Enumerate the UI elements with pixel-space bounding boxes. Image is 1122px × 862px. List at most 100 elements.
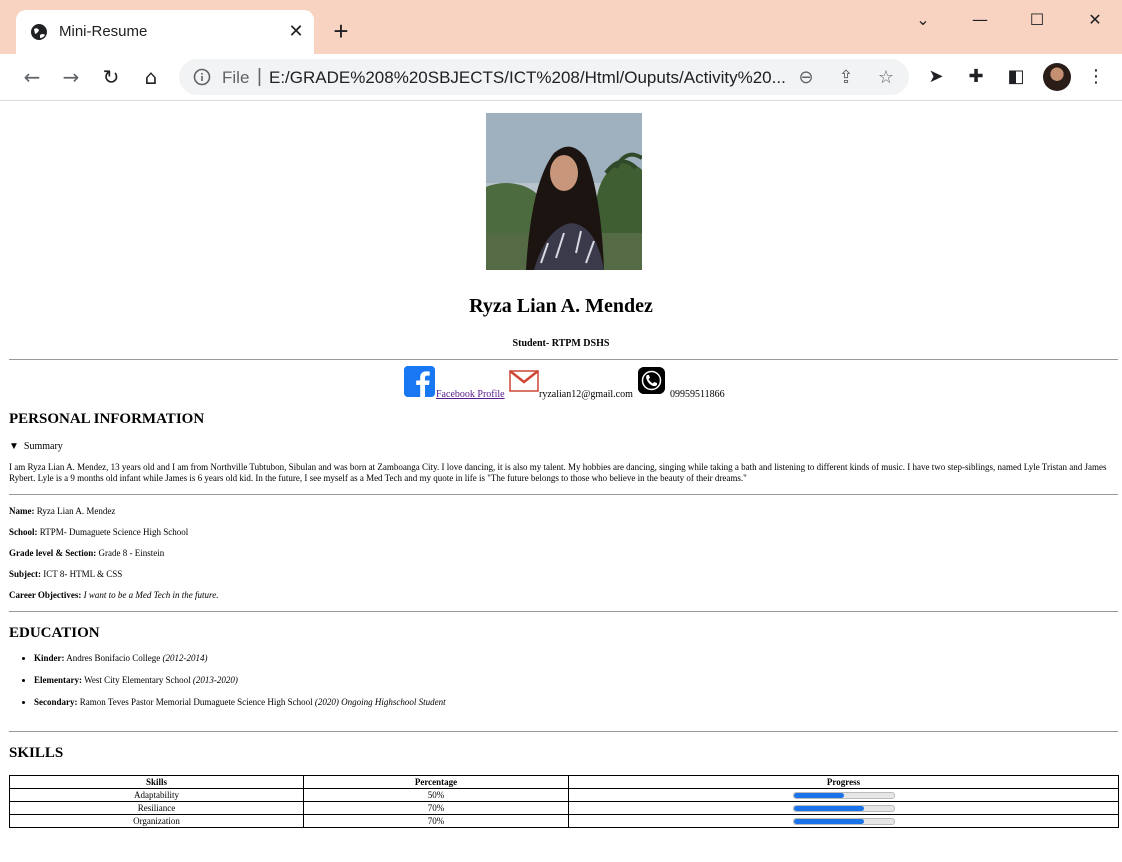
role-subtitle: Student- RTPM DSHS: [512, 338, 610, 349]
edu-label: Secondary:: [34, 697, 78, 707]
education-heading: EDUCATION: [9, 625, 100, 641]
education-item-kinder: Kinder: Andres Bonifacio College (2012-2…: [34, 653, 446, 675]
progress-fill: [793, 819, 864, 825]
full-name-heading: Ryza Lian A. Mendez: [469, 295, 653, 317]
skill-name: Organization: [9, 814, 304, 828]
share-icon[interactable]: ⇪: [836, 68, 856, 88]
education-item-elementary: Elementary: West City Elementary School …: [34, 675, 446, 697]
edu-school: West City Elementary School: [81, 675, 193, 685]
extensions-puzzle-icon[interactable]: ✚: [965, 66, 987, 88]
edu-years: (2020) Ongoing Highschool Student: [314, 697, 446, 707]
divider: [9, 494, 1118, 495]
menu-kebab-icon[interactable]: ⋮: [1085, 66, 1107, 88]
minimize-button[interactable]: —: [960, 6, 1000, 34]
table-row: Adaptability 50%: [9, 788, 1119, 802]
table-row: Resiliance 70%: [9, 801, 1119, 815]
summary-label: Summary: [23, 441, 63, 452]
progress-bar: [792, 792, 895, 800]
phone-icon: [638, 367, 665, 394]
field-label: Subject:: [9, 569, 41, 579]
url-text[interactable]: E:/GRADE%208%20SBJECTS/ICT%208/Html/Oupu…: [269, 68, 786, 88]
browser-titlebar: Mini-Resume ✕ + ⌄ — ☐ ✕: [0, 0, 1122, 54]
skill-percentage: 70%: [303, 814, 569, 828]
tab-search-icon[interactable]: ⌄: [903, 6, 943, 34]
gmail-icon: [509, 370, 539, 392]
summary-toggle[interactable]: ▼ Summary: [9, 441, 63, 452]
info-name-row: Name: Ryza Lian A. Mendez: [9, 506, 115, 516]
info-school-row: School: RTPM- Dumaguete Science High Sch…: [9, 527, 188, 537]
facebook-icon[interactable]: [404, 366, 435, 397]
browser-tab[interactable]: Mini-Resume ✕: [16, 10, 314, 54]
zoom-icon[interactable]: ⊖: [796, 68, 816, 88]
close-window-button[interactable]: ✕: [1075, 6, 1115, 34]
edu-label: Elementary:: [34, 675, 82, 685]
progress-fill: [793, 806, 864, 812]
summary-paragraph: I am Ryza Lian A. Mendez, 13 years old a…: [9, 462, 1107, 483]
info-grade-row: Grade level & Section: Grade 8 - Einstei…: [9, 548, 164, 558]
new-tab-button[interactable]: +: [330, 18, 352, 44]
education-list: Kinder: Andres Bonifacio College (2012-2…: [9, 653, 446, 719]
skill-percentage: 50%: [303, 788, 569, 802]
contacts-row: Facebook Profile ryzalian12@gmail.com 09…: [0, 365, 1122, 400]
field-label: Name:: [9, 506, 35, 516]
resume-page: Ryza Lian A. Mendez Student- RTPM DSHS F…: [0, 101, 1122, 862]
home-icon[interactable]: ⌂: [140, 66, 162, 88]
divider: [9, 359, 1118, 360]
tab-close-icon[interactable]: ✕: [286, 21, 306, 41]
skills-heading: SKILLS: [9, 745, 64, 761]
facebook-profile-link[interactable]: Facebook Profile: [436, 389, 505, 400]
col-header-skills: Skills: [9, 775, 304, 789]
col-header-percentage: Percentage: [303, 775, 569, 789]
reload-icon[interactable]: ↻: [100, 66, 122, 88]
skills-table: Skills Percentage Progress Adaptability …: [9, 775, 1119, 828]
profile-avatar[interactable]: [1043, 63, 1071, 91]
edu-label: Kinder:: [34, 653, 65, 663]
skill-percentage: 70%: [303, 801, 569, 815]
table-header-row: Skills Percentage Progress: [9, 775, 1119, 789]
field-label: Grade level & Section:: [9, 548, 97, 558]
personal-info-heading: PERSONAL INFORMATION: [9, 411, 205, 427]
maximize-button[interactable]: ☐: [1017, 6, 1057, 34]
back-icon[interactable]: ←: [21, 66, 43, 88]
email-text: ryzalian12@gmail.com: [539, 389, 633, 400]
info-icon[interactable]: [193, 68, 211, 86]
tab-title: Mini-Resume: [59, 23, 148, 40]
divider: [9, 611, 1118, 612]
skill-name: Adaptability: [9, 788, 304, 802]
bookmark-star-icon[interactable]: ☆: [876, 68, 896, 88]
info-subject-row: Subject: ICT 8- HTML & CSS: [9, 569, 122, 579]
education-item-secondary: Secondary: Ramon Teves Pastor Memorial D…: [34, 697, 446, 719]
forward-icon[interactable]: →: [60, 66, 82, 88]
side-panel-icon[interactable]: ◧: [1005, 66, 1027, 88]
phone-number-text: 09959511866: [670, 389, 725, 400]
skill-progress-cell: [568, 801, 1119, 815]
file-scheme-label: File: [222, 68, 250, 87]
field-value: ICT 8- HTML & CSS: [41, 569, 123, 579]
field-label: School:: [9, 527, 38, 537]
address-bar[interactable]: File | E:/GRADE%208%20SBJECTS/ICT%208/Ht…: [179, 59, 909, 95]
field-value: RTPM- Dumaguete Science High School: [37, 527, 189, 537]
omnibox-separator: |: [257, 66, 262, 87]
cursor-extension-icon[interactable]: ➤: [925, 66, 947, 88]
progress-bar: [792, 818, 895, 826]
edu-years: (2012-2014): [162, 653, 208, 663]
progress-bar: [792, 805, 895, 813]
edu-years: (2013-2020): [192, 675, 238, 685]
field-value: Grade 8 - Einstein: [96, 548, 165, 558]
edu-school: Ramon Teves Pastor Memorial Dumaguete Sc…: [77, 697, 315, 707]
field-label: Career Objectives:: [9, 590, 82, 600]
table-row: Organization 70%: [9, 814, 1119, 828]
edu-school: Andres Bonifacio College: [64, 653, 163, 663]
col-header-progress: Progress: [568, 775, 1119, 789]
skill-name: Resiliance: [9, 801, 304, 815]
browser-toolbar: ← → ↻ ⌂ File | E:/GRADE%208%20SBJECTS/IC…: [0, 54, 1122, 101]
skill-progress-cell: [568, 814, 1119, 828]
info-career-row: Career Objectives: I want to be a Med Te…: [9, 590, 218, 600]
divider: [9, 731, 1118, 732]
progress-fill: [793, 793, 844, 799]
disclosure-triangle-icon: ▼: [9, 441, 24, 452]
field-value: I want to be a Med Tech in the future.: [83, 590, 219, 600]
profile-photo: [486, 113, 642, 270]
field-value: Ryza Lian A. Mendez: [34, 506, 116, 516]
skill-progress-cell: [568, 788, 1119, 802]
